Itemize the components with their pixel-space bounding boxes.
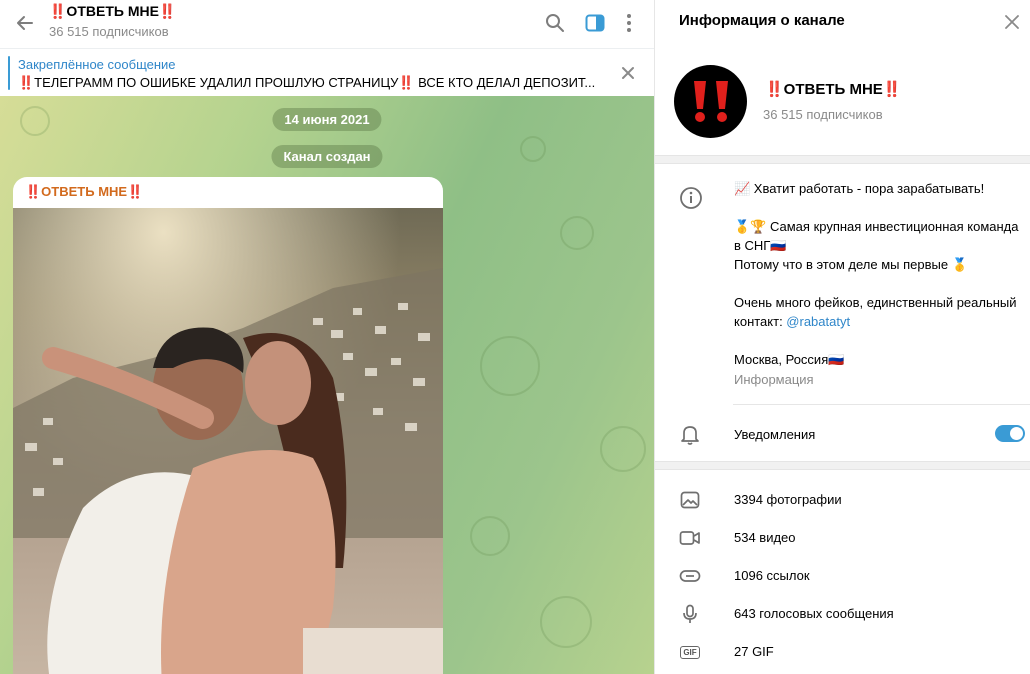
notifications-row[interactable]: Уведомления xyxy=(655,414,1030,454)
description-blank xyxy=(734,274,1019,293)
message-bubble[interactable]: ‼️ОТВЕТЬ МНЕ‼️ xyxy=(13,177,443,674)
media-row-photos[interactable]: 3394 фотографии xyxy=(655,481,1030,519)
pinned-text: ‼️ТЕЛЕГРАММ ПО ОШИБКЕ УДАЛИЛ ПРОШЛУЮ СТР… xyxy=(18,75,596,90)
chat-panel: ‼️ОТВЕТЬ МНЕ‼️ 36 515 подписчиков Закреп… xyxy=(0,0,654,674)
media-row-videos[interactable]: 534 видео xyxy=(655,519,1030,557)
background-doodle xyxy=(480,336,540,396)
description-blank xyxy=(734,331,1019,350)
media-label: 643 голосовых сообщения xyxy=(734,606,894,621)
close-icon[interactable] xyxy=(1002,12,1022,32)
channel-avatar[interactable] xyxy=(674,65,747,138)
service-message-pill: Канал создан xyxy=(271,145,383,168)
chat-header: ‼️ОТВЕТЬ МНЕ‼️ 36 515 подписчиков xyxy=(0,0,654,46)
photo-icon xyxy=(679,489,701,511)
info-channel-name: ‼️ОТВЕТЬ МНЕ‼️ xyxy=(765,81,902,98)
toggle-knob xyxy=(1010,427,1023,440)
more-menu-icon[interactable] xyxy=(616,10,642,36)
channel-info-panel: Информация о канале ‼️ОТВЕТЬ МНЕ‼️ 36 51… xyxy=(654,0,1030,674)
video-icon xyxy=(679,527,701,549)
chat-background: 14 июня 2021 Канал создан ‼️ОТВЕТЬ МНЕ‼️ xyxy=(0,96,654,674)
background-doodle xyxy=(560,216,594,250)
sidebar-toggle-icon[interactable] xyxy=(582,10,608,36)
channel-description: 📈 Хватит работать - пора зарабатывать! 🥇… xyxy=(734,179,1019,369)
description-blank xyxy=(734,198,1019,217)
gif-badge: GIF xyxy=(680,645,700,659)
background-doodle xyxy=(600,426,646,472)
channel-title[interactable]: ‼️ОТВЕТЬ МНЕ‼️ xyxy=(49,3,176,20)
info-panel-title: Информация о канале xyxy=(679,12,845,29)
media-label: 27 GIF xyxy=(734,644,774,659)
link-icon xyxy=(679,565,701,587)
description-line: 📈 Хватит работать - пора зарабатывать! xyxy=(734,181,985,196)
contact-link[interactable]: @rabatatyt xyxy=(786,314,850,329)
description-line: 🥇🏆 Самая крупная инвестиционная команда … xyxy=(734,219,1019,253)
search-icon[interactable] xyxy=(542,10,568,36)
info-subscribers: 36 515 подписчиков xyxy=(763,107,883,122)
section-divider xyxy=(655,155,1030,164)
microphone-icon xyxy=(679,603,701,625)
background-doodle xyxy=(520,136,546,162)
section-divider xyxy=(655,461,1030,470)
info-icon xyxy=(679,186,703,210)
pinned-message[interactable]: Закреплённое сообщение ‼️ТЕЛЕГРАММ ПО ОШ… xyxy=(0,48,654,95)
date-pill: 14 июня 2021 xyxy=(272,108,382,131)
row-divider xyxy=(733,404,1030,405)
pinned-close-icon[interactable] xyxy=(620,65,636,81)
back-arrow-icon[interactable] xyxy=(13,11,37,35)
description-line: Очень много фейков, единственный реальны… xyxy=(734,295,1017,329)
media-row-links[interactable]: 1096 ссылок xyxy=(655,557,1030,595)
pinned-accent-bar xyxy=(8,56,10,90)
gif-icon: GIF xyxy=(679,641,701,663)
background-doodle xyxy=(540,596,592,648)
pinned-label: Закреплённое сообщение xyxy=(18,57,176,72)
description-line: Москва, Россия🇷🇺 xyxy=(734,352,845,367)
background-doodle xyxy=(20,106,50,136)
channel-subscribers: 36 515 подписчиков xyxy=(49,24,169,39)
message-author[interactable]: ‼️ОТВЕТЬ МНЕ‼️ xyxy=(25,184,143,200)
description-contact-line: Очень много фейков, единственный реальны… xyxy=(734,293,1019,331)
media-row-gifs[interactable]: GIF 27 GIF xyxy=(655,633,1030,671)
media-label: 3394 фотографии xyxy=(734,492,842,507)
notifications-label: Уведомления xyxy=(734,427,816,442)
description-caption: Информация xyxy=(734,372,814,387)
media-label: 1096 ссылок xyxy=(734,568,810,583)
double-exclamation-icon xyxy=(693,80,728,122)
notifications-toggle[interactable] xyxy=(995,425,1025,442)
media-row-voice[interactable]: 643 голосовых сообщения xyxy=(655,595,1030,633)
background-doodle xyxy=(470,516,510,556)
message-photo[interactable] xyxy=(13,208,443,674)
media-label: 534 видео xyxy=(734,530,796,545)
bell-icon xyxy=(679,423,701,445)
description-line: Потому что в этом деле мы первые 🥇 xyxy=(734,257,968,272)
